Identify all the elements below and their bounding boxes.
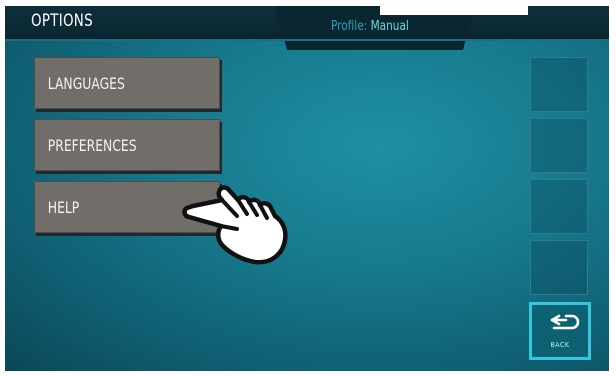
languages-button-label: LANGUAGES xyxy=(47,73,125,93)
profile-label: Profile: xyxy=(331,19,368,34)
page-title: OPTIONS xyxy=(31,11,93,31)
side-slot-3 xyxy=(530,179,588,234)
side-slot-1 xyxy=(530,57,588,112)
side-slot-2 xyxy=(530,118,588,173)
languages-button[interactable]: LANGUAGES xyxy=(34,57,220,109)
pointing-hand-icon xyxy=(182,185,288,265)
return-arrow-icon xyxy=(550,314,580,330)
help-button-label: HELP xyxy=(47,197,80,217)
profile-value: Manual xyxy=(370,19,409,34)
top-bar-divider xyxy=(5,39,609,41)
options-screen: OPTIONS Profile: Manual LANGUAGES PREFER… xyxy=(5,6,609,371)
preferences-button-label: PREFERENCES xyxy=(47,135,137,155)
back-button-label: BACK xyxy=(550,341,570,349)
side-slot-4 xyxy=(530,240,588,295)
top-edge-strip xyxy=(380,6,528,15)
preferences-button[interactable]: PREFERENCES xyxy=(34,119,220,171)
profile-indicator: Profile: Manual xyxy=(331,19,409,34)
back-button[interactable]: BACK xyxy=(529,302,591,360)
